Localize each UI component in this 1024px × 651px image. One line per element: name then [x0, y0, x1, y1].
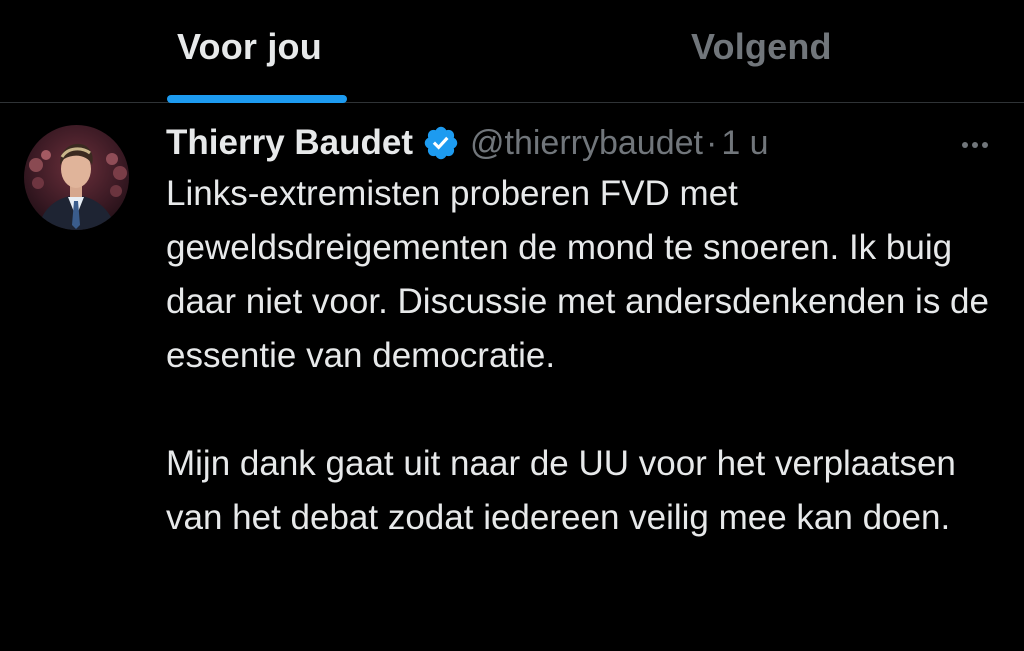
separator-dot: · — [705, 123, 718, 162]
more-horizontal-icon — [962, 142, 988, 148]
tab-for-you[interactable]: Voor jou — [0, 0, 512, 102]
tab-following[interactable]: Volgend — [512, 0, 1024, 102]
tweet-timestamp[interactable]: 1 u — [721, 124, 768, 163]
profile-photo — [24, 125, 129, 230]
tweet[interactable]: Thierry Baudet @thierrybaudet · 1 u Link… — [0, 103, 1024, 651]
more-options-button[interactable] — [952, 123, 998, 163]
tweet-header: Thierry Baudet @thierrybaudet · 1 u — [166, 117, 769, 169]
tab-following-label: Volgend — [691, 26, 832, 67]
tab-for-you-label: Voor jou — [177, 26, 322, 67]
active-tab-indicator — [167, 95, 347, 103]
timeline-tabs: Voor jou Volgend — [0, 0, 1024, 103]
author-display-name[interactable]: Thierry Baudet — [166, 123, 413, 163]
avatar[interactable] — [24, 125, 129, 230]
author-handle[interactable]: @thierrybaudet — [470, 124, 703, 163]
tweet-paragraph: Mijn dank gaat uit naar de UU voor het v… — [166, 444, 956, 537]
tweet-paragraph: Links-extremisten proberen FVD met gewel… — [166, 174, 989, 375]
verified-badge-icon[interactable] — [422, 124, 460, 162]
tweet-text: Links-extremisten proberen FVD met gewel… — [166, 167, 1006, 545]
